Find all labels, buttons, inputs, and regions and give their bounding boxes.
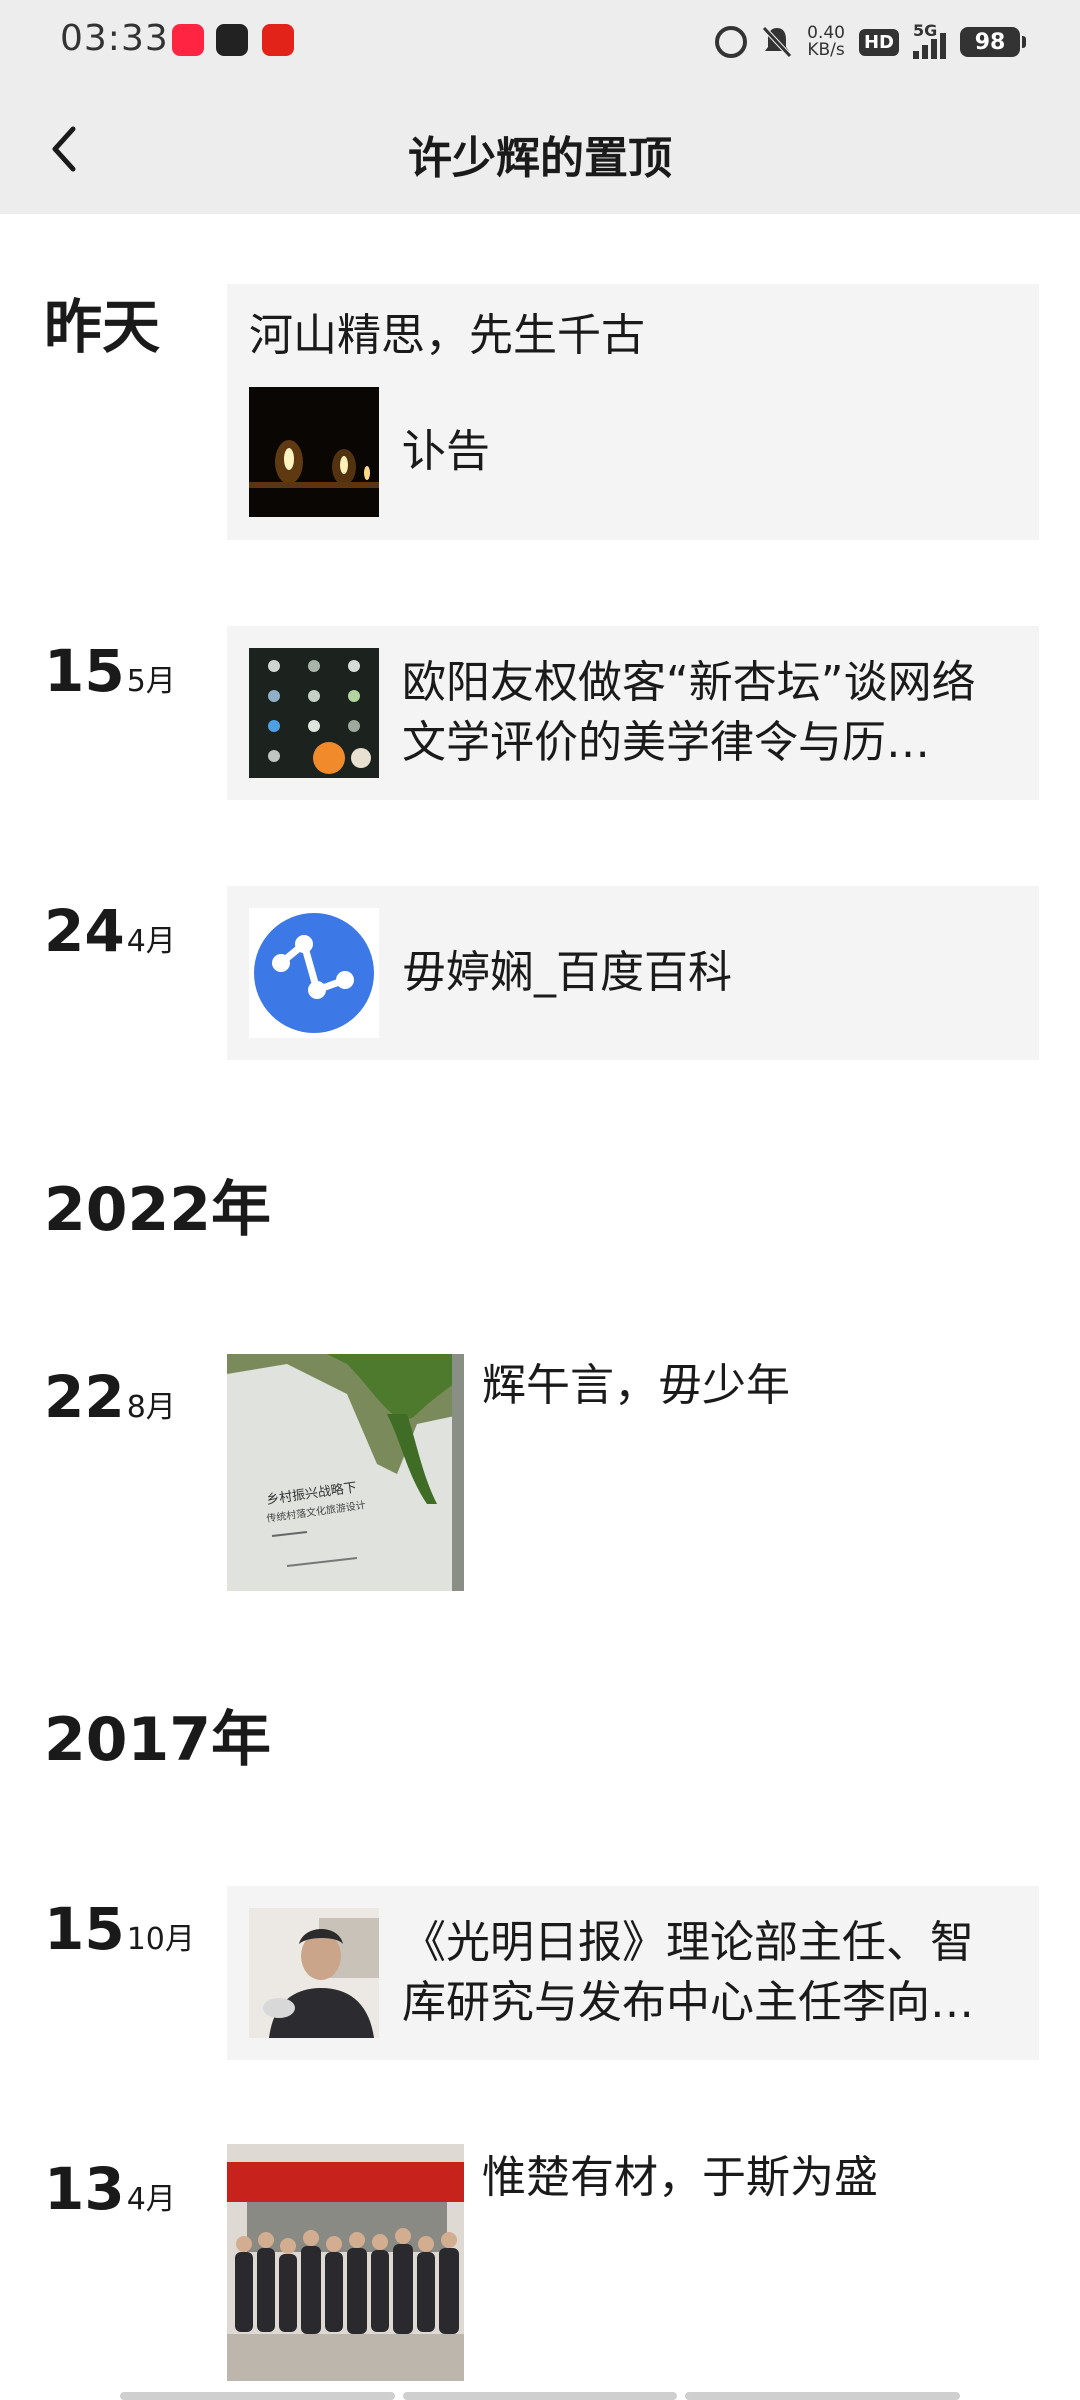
portrait-image bbox=[249, 1908, 379, 2038]
date-month: 10月 bbox=[126, 1922, 195, 1957]
date-label: 134月 bbox=[44, 2160, 176, 2218]
date-label: 155月 bbox=[44, 642, 176, 700]
status-bar: 03:33 0.40 KB/s HD 5G 98 bbox=[0, 0, 1080, 84]
video-grid-image bbox=[249, 648, 379, 778]
date-label: 228月 bbox=[44, 1368, 176, 1426]
post-card[interactable]: 《光明日报》理论部主任、智库研究与发布中心主任李向… bbox=[227, 1886, 1039, 2060]
date-yesterday: 昨天 bbox=[44, 293, 161, 361]
post-card-obituary[interactable]: 河山精思，先生千古 讣告 bbox=[227, 284, 1039, 540]
battery-level: 98 bbox=[974, 29, 1006, 55]
post-subtitle: 讣告 bbox=[402, 426, 490, 477]
year-header: 2022年 bbox=[44, 1175, 271, 1245]
date-day: 24 bbox=[44, 897, 125, 965]
xiaohongshu-icon bbox=[172, 24, 204, 56]
page-title: 许少辉的置顶 bbox=[408, 133, 672, 184]
date-label: 244月 bbox=[44, 902, 176, 960]
post-title: 河山精思，先生千古 bbox=[249, 310, 645, 361]
group-photo[interactable] bbox=[227, 2144, 464, 2381]
net-speed: 0.40 KB/s bbox=[807, 25, 845, 59]
book-cover-image: 乡村振兴战略下 传统村落文化旅游设计 bbox=[227, 1354, 464, 1591]
candle-thumbnail bbox=[249, 387, 379, 517]
post-title: 《光明日报》理论部主任、智库研究与发布中心主任李向… bbox=[402, 1917, 974, 2028]
alarm-icon bbox=[715, 26, 748, 58]
net-speed-unit: KB/s bbox=[807, 40, 845, 60]
portrait-thumbnail bbox=[249, 1908, 379, 2038]
date-month: 8月 bbox=[126, 1390, 176, 1425]
tiktok-icon bbox=[216, 24, 248, 56]
scroll-indicator bbox=[120, 2392, 961, 2400]
date-month: 4月 bbox=[126, 2182, 176, 2217]
signal-icon: 5G bbox=[913, 21, 946, 59]
date-label: 1510月 bbox=[44, 1900, 195, 1958]
baidu-baike-icon bbox=[254, 913, 374, 1033]
post-caption: 辉午言，毋少年 bbox=[482, 1360, 790, 1411]
app-heart-icon bbox=[262, 24, 294, 56]
book-photo[interactable]: 乡村振兴战略下 传统村落文化旅游设计 bbox=[227, 1354, 464, 1591]
post-caption: 惟楚有材，于斯为盛 bbox=[482, 2152, 878, 2203]
date-day: 13 bbox=[44, 2155, 125, 2223]
year-header: 2017年 bbox=[44, 1705, 271, 1775]
date-month: 5月 bbox=[126, 664, 176, 699]
post-card[interactable]: 毋婷娴_百度百科 bbox=[227, 886, 1039, 1060]
status-icons: 0.40 KB/s HD 5G 98 bbox=[715, 20, 1026, 64]
mute-bell-icon bbox=[762, 26, 792, 58]
post-card[interactable]: 欧阳友权做客“新杏坛”谈网络文学评价的美学律令与历… bbox=[227, 626, 1039, 800]
nav-bar: 许少辉的置顶 bbox=[0, 84, 1080, 214]
candle-image bbox=[249, 387, 379, 517]
date-day: 22 bbox=[44, 1363, 125, 1431]
date-day: 15 bbox=[44, 637, 125, 705]
status-time: 03:33 bbox=[60, 18, 169, 59]
hd-badge: HD bbox=[858, 28, 899, 56]
post-title: 毋婷娴_百度百科 bbox=[402, 947, 732, 998]
video-thumbnail bbox=[249, 648, 379, 778]
baike-logo-thumbnail bbox=[249, 908, 379, 1038]
date-month: 4月 bbox=[126, 924, 176, 959]
group-photo-image bbox=[227, 2144, 464, 2381]
battery-icon: 98 bbox=[960, 27, 1026, 57]
post-title: 欧阳友权做客“新杏坛”谈网络文学评价的美学律令与历… bbox=[402, 657, 976, 768]
date-day: 15 bbox=[44, 1895, 125, 1963]
signal-label: 5G bbox=[913, 21, 938, 40]
